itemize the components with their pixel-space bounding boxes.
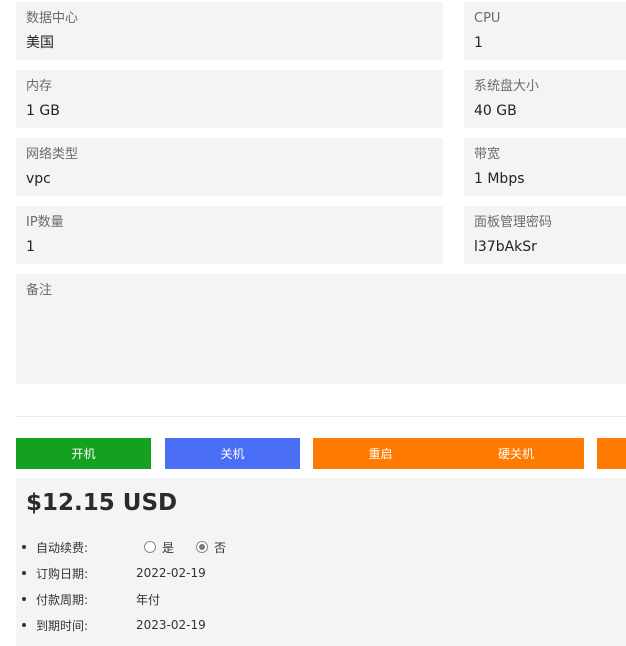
spec-value: 美国 — [26, 35, 54, 51]
power-off-button[interactable]: 关机 — [165, 438, 300, 469]
more-action-button-partial[interactable] — [597, 438, 626, 469]
spec-label: 系统盘大小 — [474, 79, 540, 94]
list-item-auto-renew: 自动续费: 是 否 — [16, 534, 626, 560]
order-date-value: 2022-02-19 — [136, 566, 206, 580]
remark-card: 备注 — [16, 274, 626, 384]
bullet-icon — [22, 623, 26, 627]
spec-value: 1 GB — [26, 103, 60, 119]
remark-label: 备注 — [26, 283, 53, 298]
spec-label: IP数量 — [26, 215, 64, 230]
panel-password-value[interactable]: l37bAkSr — [474, 238, 616, 256]
auto-renew-no-radio[interactable] — [196, 541, 209, 553]
auto-renew-no-label[interactable]: 否 — [214, 539, 226, 556]
hard-shutdown-button[interactable]: 硬关机 — [448, 438, 584, 469]
server-detail-page: 数据中心 美国 CPU 1 内存 1 GB 系统盘大小 40 GB 网络类型 v… — [0, 0, 626, 646]
spec-value: 1 — [26, 239, 35, 255]
list-item-order-date: 订购日期: 2022-02-19 — [16, 560, 626, 586]
spec-card-memory: 内存 1 GB — [16, 70, 443, 128]
spec-label: 内存 — [26, 79, 53, 94]
spec-value: vpc — [26, 171, 51, 187]
order-date-label: 订购日期: — [36, 566, 89, 581]
spec-card-system-disk: 系统盘大小 40 GB — [464, 70, 626, 128]
spec-card-bandwidth: 带宽 1 Mbps — [464, 138, 626, 196]
spec-card-ip-count: IP数量 1 — [16, 206, 443, 264]
billing-panel: $12.15 USD 自动续费: 是 否 订购日期: 2022-02-19 付款… — [16, 478, 626, 646]
spec-value: 1 Mbps — [474, 171, 525, 187]
billing-info-list: 自动续费: 是 否 订购日期: 2022-02-19 付款周期: 年付 到期时间… — [16, 534, 626, 638]
payment-cycle-label: 付款周期: — [36, 592, 89, 607]
payment-cycle-value: 年付 — [136, 592, 161, 607]
spec-card-datacenter: 数据中心 美国 — [16, 2, 443, 60]
expiry-label: 到期时间: — [36, 618, 89, 633]
spec-card-cpu: CPU 1 — [464, 2, 626, 60]
spec-card-panel-password: 面板管理密码 l37bAkSr — [464, 206, 626, 264]
bullet-icon — [22, 597, 26, 601]
list-item-payment-cycle: 付款周期: 年付 — [16, 586, 626, 612]
spec-label: 数据中心 — [26, 11, 79, 26]
restart-button[interactable]: 重启 — [313, 438, 448, 469]
auto-renew-label: 自动续费: — [36, 540, 89, 555]
spec-card-network-type: 网络类型 vpc — [16, 138, 443, 196]
auto-renew-options: 是 否 — [144, 539, 248, 556]
spec-label: 带宽 — [474, 147, 501, 162]
expiry-value: 2023-02-19 — [136, 618, 206, 632]
price-amount: $12.15 USD — [26, 490, 178, 516]
spec-label: 面板管理密码 — [474, 215, 553, 230]
bullet-icon — [22, 545, 26, 549]
list-item-expiry: 到期时间: 2023-02-19 — [16, 612, 626, 638]
auto-renew-yes-label[interactable]: 是 — [162, 539, 174, 556]
section-divider — [16, 416, 626, 417]
auto-renew-yes-radio[interactable] — [144, 541, 156, 553]
bullet-icon — [22, 571, 26, 575]
spec-value: 40 GB — [474, 103, 517, 119]
spec-value: 1 — [474, 35, 483, 51]
power-on-button[interactable]: 开机 — [16, 438, 151, 469]
spec-label: CPU — [474, 11, 501, 26]
spec-label: 网络类型 — [26, 147, 79, 162]
